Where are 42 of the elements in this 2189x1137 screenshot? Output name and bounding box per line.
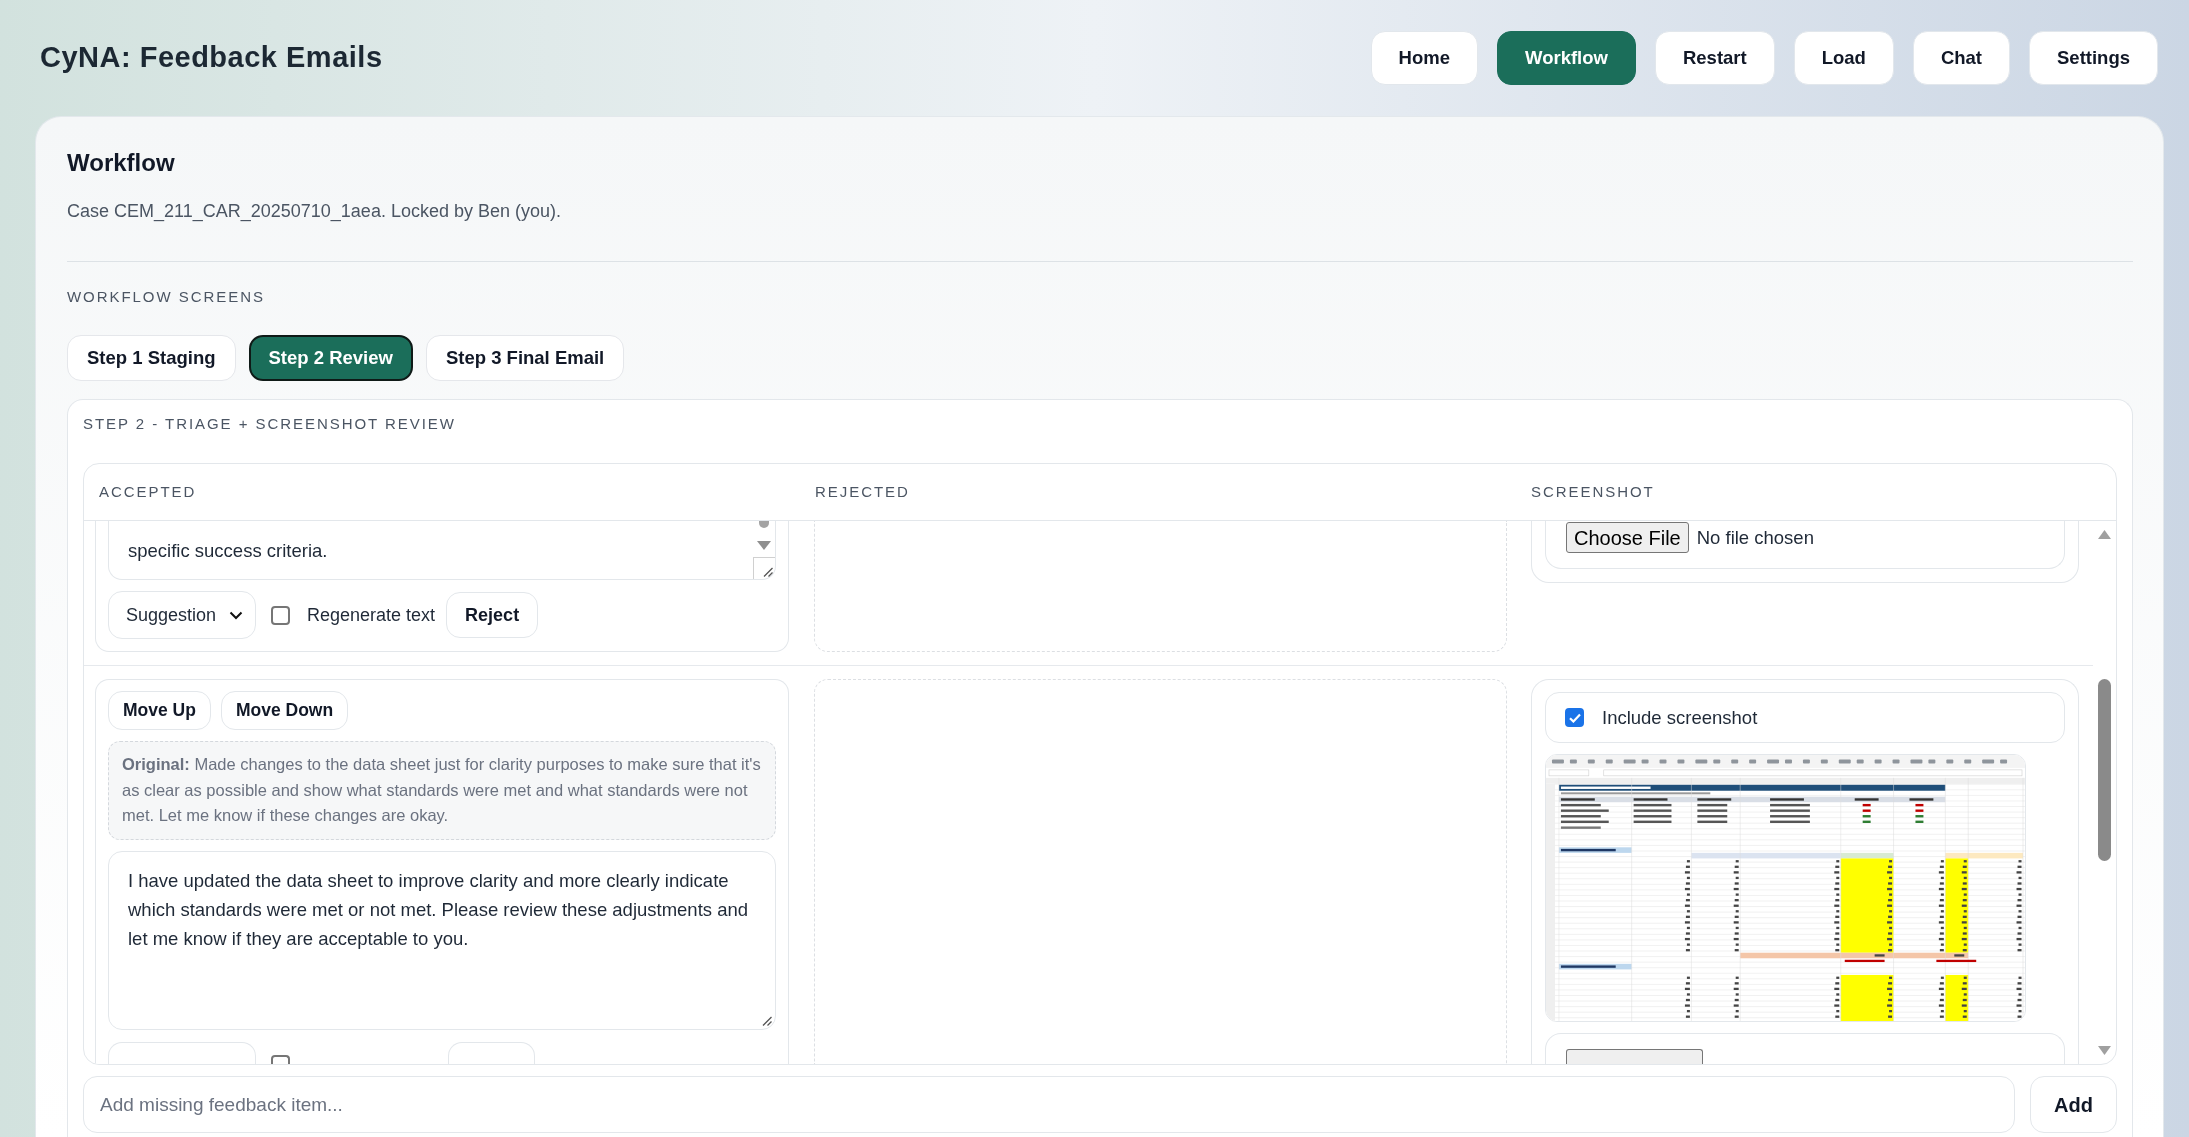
step-tab[interactable]: Step 1 Staging (67, 335, 236, 381)
column-header: REJECTED (815, 483, 910, 500)
column-header: ACCEPTED (99, 483, 197, 500)
scroll-up-arrow-icon[interactable] (2098, 530, 2111, 539)
checkmark-icon (1568, 712, 1581, 723)
checkbox-label: Include screenshot (1602, 705, 1758, 730)
file-status-text: No file chosen (1696, 525, 1814, 550)
scrollbar-thumb[interactable] (2098, 679, 2111, 861)
scroll-down-arrow-icon[interactable] (757, 541, 771, 550)
checkbox[interactable] (271, 605, 290, 625)
resize-grip-icon[interactable] (762, 1015, 772, 1026)
nav-button[interactable]: Settings (2029, 31, 2158, 85)
scrollbar-thumb[interactable] (758, 521, 770, 529)
nav-button[interactable]: Chat (1912, 31, 2010, 85)
nav-button[interactable]: Restart (1654, 31, 1775, 85)
step-tab[interactable]: Step 2 Review (248, 335, 413, 381)
checkbox[interactable] (1565, 708, 1584, 727)
nav-button[interactable]: Workflow (1497, 31, 1636, 85)
choose-file-button[interactable] (1566, 1049, 1703, 1064)
add-button[interactable]: Add (2030, 1076, 2117, 1133)
add-feedback-input[interactable]: Add missing feedback item... (83, 1076, 2015, 1133)
section-label: WORKFLOW SCREENS (67, 287, 266, 307)
chevron-down-icon (229, 610, 243, 620)
checkbox-label: Regenerate text (307, 603, 436, 627)
page-heading: Workflow (67, 148, 176, 178)
move-up-button[interactable]: Move Up (108, 691, 211, 730)
category-select[interactable]: Suggestion (108, 591, 256, 639)
case-info-text: Case CEM_211_CAR_20250710_1aea. Locked by Ben (you). (67, 200, 562, 224)
step-tab[interactable]: Step 3 Final Email (425, 335, 625, 381)
scroll-down-arrow-icon[interactable] (2098, 1046, 2111, 1055)
choose-file-button[interactable]: Choose File (1566, 522, 1689, 553)
original-text: Original: Made changes to the data sheet just for clarity purposes to make sure that it's as clear as possible and show what standards were met and what standards were not met. Let me know if these changes are okay. (108, 741, 776, 840)
nav-button[interactable]: Load (1793, 31, 1894, 85)
panel-title: STEP 2 - TRIAGE + SCREENSHOT REVIEW (83, 414, 457, 434)
column-header: SCREENSHOT (1531, 483, 1655, 500)
checkbox[interactable] (271, 1054, 290, 1064)
feedback-textarea[interactable]: specific success criteria. (108, 521, 776, 580)
app-title: CyNA: Feedback Emails (40, 40, 383, 76)
move-down-button[interactable]: Move Down (220, 691, 349, 730)
reject-button[interactable]: Reject (446, 592, 539, 638)
nav-button[interactable]: Home (1370, 31, 1478, 85)
feedback-textarea[interactable]: I have updated the data sheet to improve clarity and more clearly indicate which standards were met or not met. Please review these adjustments and let me know if they are acceptable to you. (108, 850, 776, 1030)
